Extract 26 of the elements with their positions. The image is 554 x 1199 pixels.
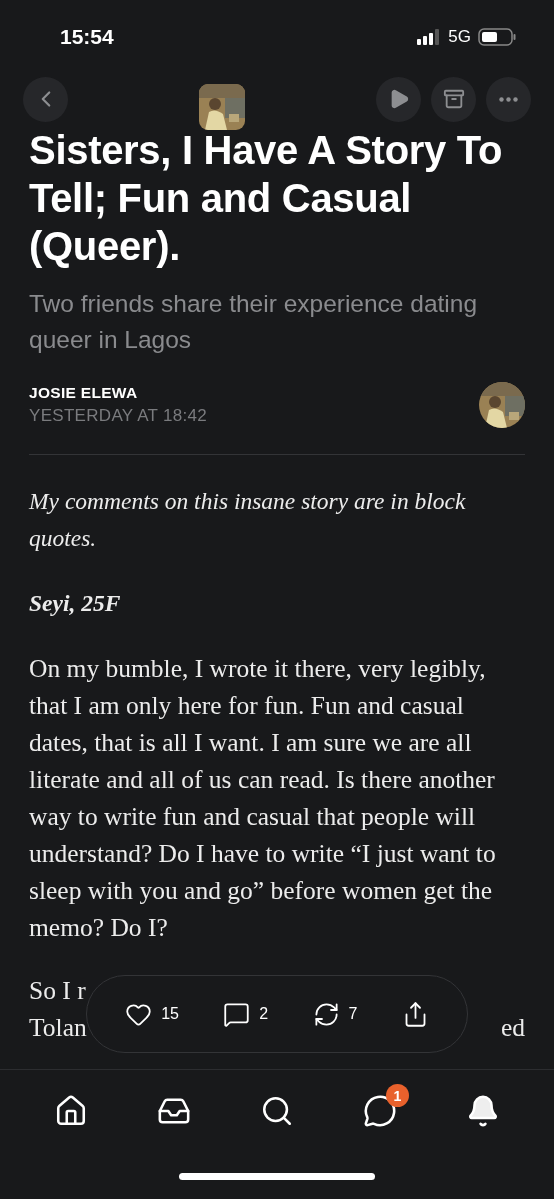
network-label: 5G (448, 27, 471, 47)
restack-button[interactable]: 7 (308, 996, 362, 1032)
paragraph-text: Tolan (29, 1012, 87, 1044)
post-date: YESTERDAY AT 18:42 (29, 406, 207, 426)
comment-button[interactable]: 2 (219, 996, 273, 1032)
archive-icon (442, 88, 465, 110)
battery-icon (478, 28, 516, 46)
notification-badge: 1 (385, 1084, 409, 1107)
paragraph: On my bumble, I wrote it there, very legibly, that I am only here for fun. Fun and casual dates, that is all I want. I am sure we are all literate and all of us can read. Is there another way to write fun and casual that people will understand? Do I have to write “I just want to sleep with you and go” before women get the memo? Do I? (29, 653, 497, 944)
more-icon (499, 96, 518, 102)
paragraph: My comments on this insane story are in block quotes. (29, 487, 467, 553)
status-time: 15:54 (60, 25, 114, 49)
section-heading: Seyi, 25F (29, 589, 122, 618)
back-button[interactable] (23, 76, 68, 122)
search-icon (260, 1094, 294, 1128)
signal-icon (417, 29, 442, 45)
author-name[interactable]: JOSIE ELEWA (29, 384, 207, 402)
paragraph-text: So I r (29, 975, 86, 1007)
like-button[interactable]: 15 (121, 996, 183, 1032)
archive-button[interactable] (431, 76, 476, 122)
article-title: Sisters, I Have A Story To Tell; Fun and Casual (Queer). (29, 127, 504, 270)
play-button[interactable] (376, 76, 421, 122)
paragraph-text: ed (500, 1012, 525, 1044)
comment-icon (223, 1000, 251, 1028)
article-subtitle: Two friends share their experience dating queer in Lagos (29, 289, 479, 355)
restack-icon (312, 1000, 340, 1028)
